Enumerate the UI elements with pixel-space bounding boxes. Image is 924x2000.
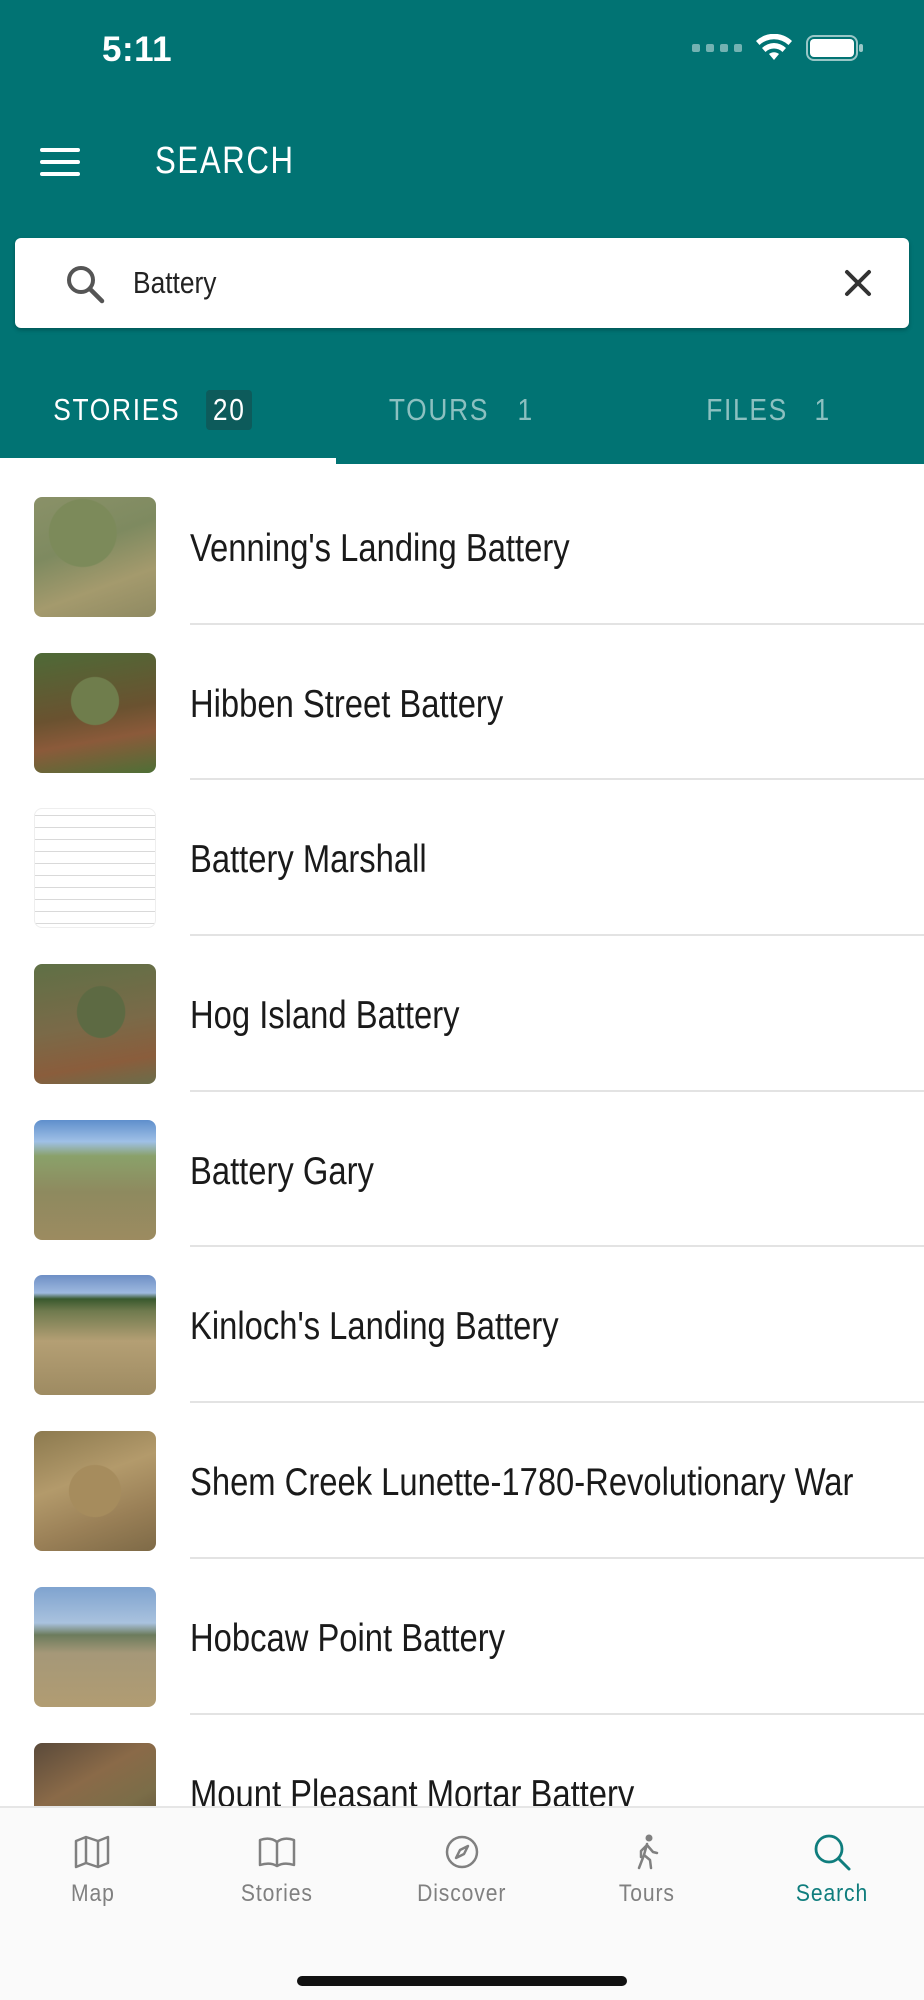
list-item[interactable]: Venning's Landing Battery	[0, 469, 924, 625]
story-title: Battery Marshall	[190, 838, 427, 882]
list-item[interactable]: Hibben Street Battery	[0, 625, 924, 781]
story-thumbnail	[34, 652, 156, 773]
story-title: Kinloch's Landing Battery	[190, 1305, 559, 1349]
story-title: Mount Pleasant Mortar Battery	[190, 1772, 635, 1807]
tab-count-badge: 20	[205, 390, 252, 430]
battery-icon	[806, 35, 863, 61]
nav-label: Search	[795, 1880, 868, 1907]
bottom-navigation: Map Stories Discover Tours Search	[0, 1806, 924, 2000]
cellular-signal-icon	[692, 44, 742, 52]
list-item[interactable]: Mount Pleasant Mortar Battery	[0, 1715, 924, 1807]
status-time: 5:11	[102, 30, 173, 69]
status-icons	[692, 34, 864, 62]
nav-item-map[interactable]: Map	[0, 1808, 185, 1918]
nav-item-discover[interactable]: Discover	[370, 1808, 555, 1918]
story-thumbnail	[34, 1742, 156, 1806]
close-icon[interactable]	[841, 266, 875, 300]
nav-item-stories[interactable]: Stories	[185, 1808, 370, 1918]
tab-tours[interactable]: TOURS 1	[308, 370, 616, 464]
story-thumbnail	[34, 1119, 156, 1240]
nav-item-tours[interactable]: Tours	[554, 1808, 739, 1918]
tab-files[interactable]: FILES 1	[616, 370, 924, 464]
list-item[interactable]: Hobcaw Point Battery	[0, 1559, 924, 1715]
book-icon	[258, 1837, 296, 1868]
story-title: Hibben Street Battery	[190, 682, 504, 726]
story-title: Shem Creek Lunette-1780-Revolutionary Wa…	[190, 1461, 854, 1505]
list-item[interactable]: Battery Marshall	[0, 780, 924, 937]
active-tab-indicator	[0, 458, 336, 464]
story-thumbnail	[34, 497, 156, 617]
app-header: 5:11 SEARCH STORIES 20	[0, 0, 924, 464]
home-indicator[interactable]	[297, 1976, 627, 1986]
story-title: Hog Island Battery	[190, 994, 460, 1038]
story-thumbnail	[34, 1431, 156, 1552]
list-item[interactable]: Battery Gary	[0, 1092, 924, 1248]
nav-label: Stories	[241, 1880, 314, 1907]
result-tabs: STORIES 20 TOURS 1 FILES 1	[0, 370, 924, 464]
nav-label: Tours	[618, 1880, 675, 1907]
story-thumbnail	[34, 808, 156, 929]
list-item[interactable]: Shem Creek Lunette-1780-Revolutionary Wa…	[0, 1403, 924, 1559]
search-icon	[814, 1834, 851, 1871]
story-title: Hobcaw Point Battery	[190, 1616, 506, 1660]
compass-icon	[445, 1835, 479, 1869]
nav-label: Map	[70, 1880, 115, 1907]
map-icon	[75, 1835, 110, 1869]
search-input[interactable]	[133, 258, 711, 308]
search-bar	[15, 238, 909, 328]
menu-button[interactable]	[38, 142, 82, 182]
list-item[interactable]: Kinloch's Landing Battery	[0, 1247, 924, 1404]
tab-label: FILES	[706, 392, 789, 427]
page-title: SEARCH	[155, 140, 295, 182]
story-thumbnail	[34, 1586, 156, 1707]
story-thumbnail	[34, 964, 156, 1085]
tab-count-badge: 1	[814, 392, 832, 427]
list-item[interactable]: Hog Island Battery	[0, 936, 924, 1092]
wifi-icon	[756, 34, 792, 60]
nav-item-search[interactable]: Search	[739, 1808, 924, 1918]
tab-stories[interactable]: STORIES 20	[0, 370, 336, 464]
nav-label: Discover	[417, 1880, 507, 1907]
tab-label: TOURS	[389, 392, 490, 427]
tab-label: STORIES	[53, 392, 181, 427]
walking-icon	[637, 1834, 659, 1870]
search-icon	[67, 266, 105, 304]
story-title: Battery Gary	[190, 1149, 374, 1193]
story-thumbnail	[34, 1275, 156, 1396]
tab-count-badge: 1	[517, 392, 535, 427]
results-list: Venning's Landing Battery Hibben Street …	[0, 469, 924, 1806]
story-title: Venning's Landing Battery	[190, 527, 570, 570]
